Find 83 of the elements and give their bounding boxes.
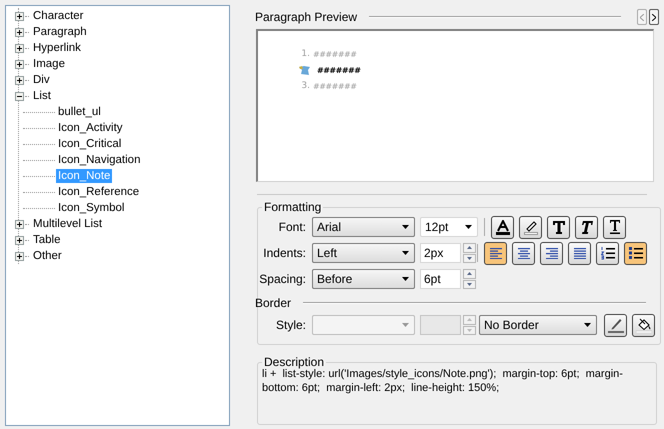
preview-text: ####### [317, 66, 360, 74]
section-title: Paragraph Preview [255, 10, 358, 24]
field-label: Style: [274, 318, 306, 332]
spacing-dropdown[interactable]: Before [312, 269, 415, 289]
tree-item[interactable]: Hyperlink [31, 41, 83, 55]
expand-toggle[interactable] [15, 28, 24, 36]
align-right-icon [546, 248, 558, 258]
tree-item[interactable]: bullet_ul [56, 105, 103, 119]
tree-item[interactable]: Div [31, 73, 52, 87]
indent-dropdown[interactable]: Left [312, 243, 415, 263]
expand-toggle[interactable] [15, 12, 24, 20]
description-text: li + list-style: url('Images/style_icons/Note.png'); margin-top: 6pt; margin-bottom: 6pt; margin-left: 2px; line-height: 150%; [262, 368, 624, 395]
caret-icon [402, 225, 409, 229]
underline-button[interactable] [603, 216, 626, 238]
align-left-icon [490, 248, 502, 258]
chevron-left-icon [640, 14, 644, 20]
list-number: 3. [300, 81, 311, 91]
tree-item[interactable]: Icon_Symbol [56, 201, 126, 215]
collapse-toggle[interactable] [15, 92, 24, 100]
numbered-list-icon [600, 246, 614, 260]
expand-toggle[interactable] [15, 252, 24, 260]
tree-item[interactable]: Multilevel List [31, 217, 104, 231]
spinner-buttons[interactable] [463, 269, 476, 289]
paint-bucket-icon [636, 317, 652, 333]
bold-t-icon [552, 220, 564, 234]
next-button[interactable] [649, 9, 659, 25]
text-color-icon [496, 220, 510, 234]
bold-button[interactable] [547, 216, 570, 238]
expand-toggle[interactable] [15, 44, 24, 52]
text-color-button[interactable] [491, 216, 514, 238]
align-left-button[interactable] [484, 242, 507, 264]
fill-color-button[interactable] [632, 314, 655, 336]
highlighter-icon [524, 220, 538, 234]
chevron-right-icon [652, 14, 656, 20]
field-label: Font: [278, 220, 306, 234]
tree-item[interactable]: Icon_Activity [56, 121, 125, 135]
align-center-button[interactable] [512, 242, 535, 264]
bulleted-list-button[interactable] [624, 242, 647, 264]
field-label: Spacing: [258, 272, 306, 286]
highlight-button[interactable] [519, 216, 542, 238]
tree-item[interactable]: Icon_Navigation [56, 153, 142, 167]
bulleted-list-icon [628, 246, 642, 260]
italic-button[interactable] [575, 216, 598, 238]
tree-item[interactable]: Icon_Reference [56, 185, 142, 199]
tree-item[interactable]: Icon_Critical [56, 137, 124, 151]
caret-icon [584, 323, 591, 327]
group-title: Formatting [263, 200, 322, 214]
list-number: 1. [300, 49, 311, 59]
preview-text: ####### [313, 50, 356, 58]
expand-toggle[interactable] [15, 76, 24, 84]
align-right-button[interactable] [540, 242, 563, 264]
italic-t-icon [580, 220, 592, 234]
tree-item[interactable]: Other [31, 249, 64, 263]
indent-input[interactable]: 2px [420, 243, 461, 263]
font-dropdown[interactable]: Arial [312, 217, 415, 237]
group-title: Border [254, 296, 292, 310]
preview-text: ####### [313, 82, 356, 90]
field-label: Indents: [262, 246, 306, 260]
expand-toggle[interactable] [15, 236, 24, 244]
size-dropdown[interactable]: 12pt [420, 217, 478, 237]
justify-icon [574, 248, 586, 258]
tree-item[interactable]: List [31, 89, 53, 103]
pen-icon [608, 317, 624, 333]
underline-t-icon [608, 220, 620, 234]
note-bullet-icon [299, 66, 310, 74]
expand-toggle[interactable] [15, 220, 24, 228]
tree-item[interactable]: Table [31, 233, 62, 247]
caret-icon [402, 277, 409, 281]
tree-item[interactable]: Character [31, 9, 86, 23]
spacing-input[interactable]: 6pt [420, 269, 461, 289]
caret-icon [402, 323, 409, 327]
caret-icon [402, 251, 409, 255]
border-color-button[interactable] [604, 314, 627, 336]
spinner-buttons[interactable] [463, 243, 476, 263]
group-title: Description [263, 355, 326, 369]
numbered-list-button[interactable] [596, 242, 619, 264]
align-center-icon [518, 248, 530, 258]
tree-item[interactable]: Paragraph [31, 25, 89, 39]
justify-button[interactable] [568, 242, 591, 264]
tree-item[interactable]: Image [31, 57, 67, 71]
caret-icon [465, 225, 472, 229]
border-type-dropdown[interactable]: No Border [479, 315, 597, 335]
expand-toggle[interactable] [15, 60, 24, 68]
